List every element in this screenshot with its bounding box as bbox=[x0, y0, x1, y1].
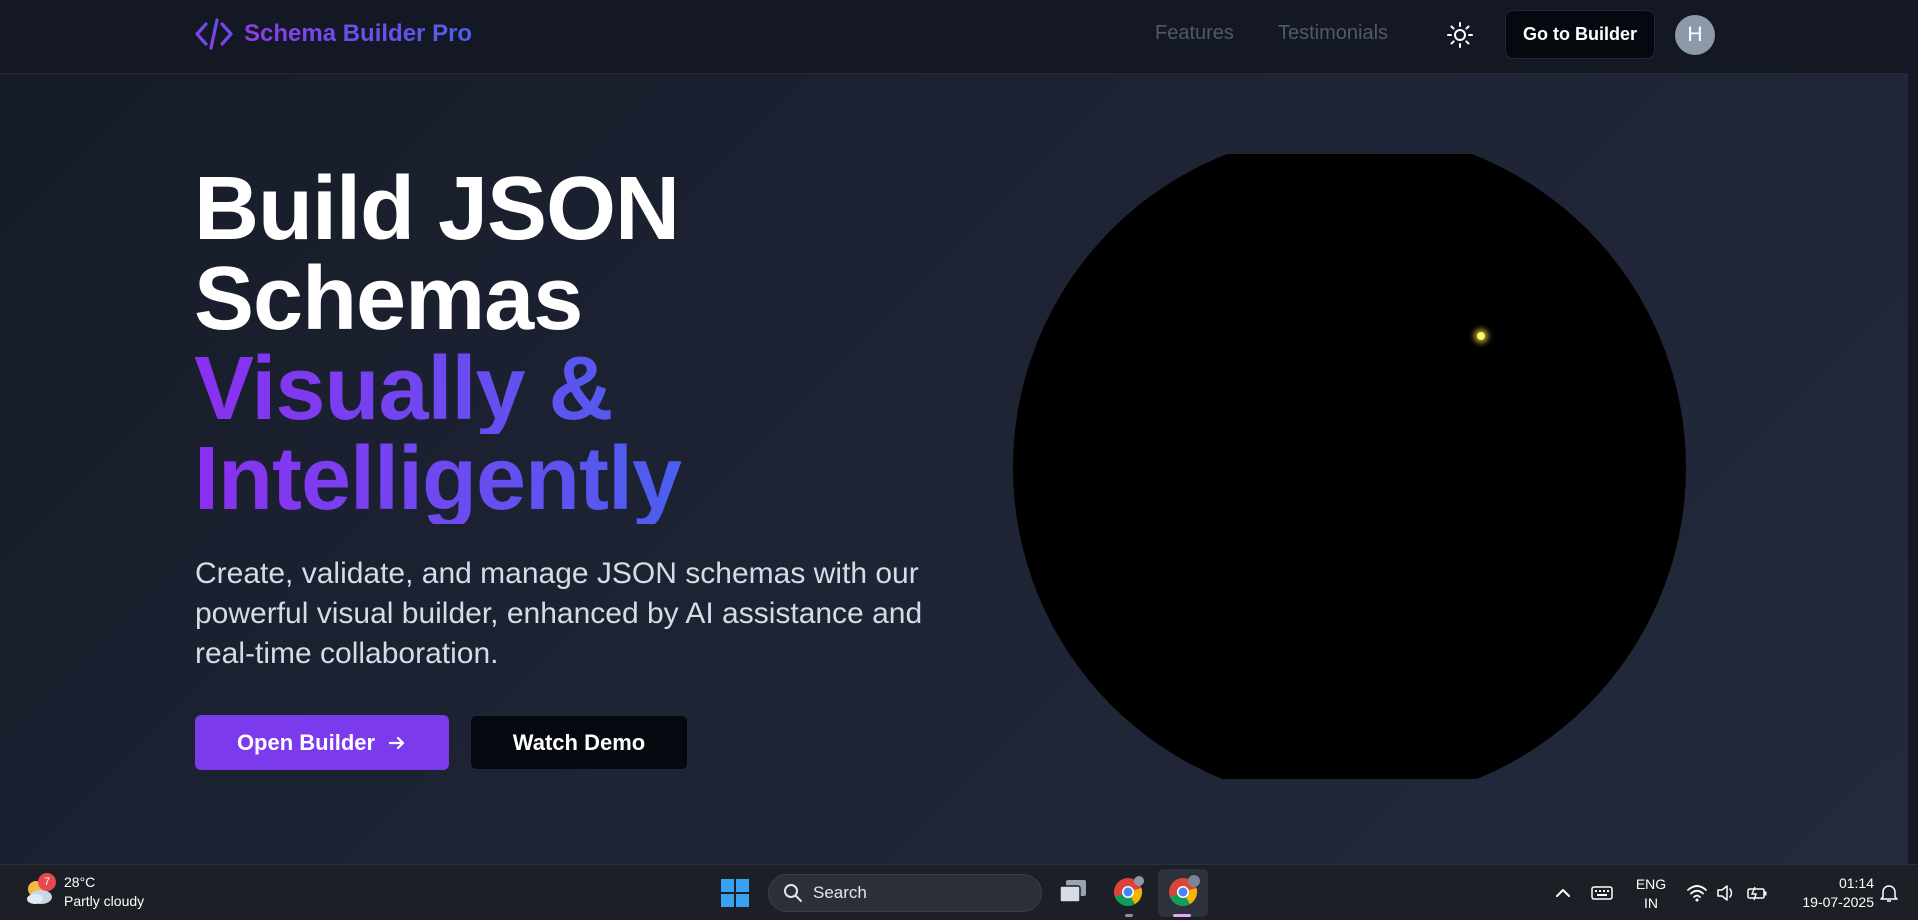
open-builder-label: Open Builder bbox=[236, 729, 376, 755]
search-icon bbox=[784, 884, 802, 902]
hero-subtitle: Create, validate, and manage JSON schema… bbox=[195, 557, 923, 670]
language-indicator[interactable]: ENG IN bbox=[1634, 875, 1668, 913]
chrome-active-indicator bbox=[1173, 914, 1191, 917]
hero-title-line-2: Schemas bbox=[194, 249, 583, 349]
weather-description: Partly cloudy bbox=[64, 893, 145, 909]
nav-link-testimonials[interactable]: Testimonials bbox=[1278, 22, 1388, 45]
chevron-up-icon[interactable] bbox=[1552, 883, 1574, 903]
chrome-running-indicator bbox=[1125, 914, 1133, 917]
windows-start-icon[interactable] bbox=[720, 878, 750, 908]
brand-name: Schema Builder Pro bbox=[244, 20, 473, 47]
watch-demo-button[interactable]: Watch Demo bbox=[470, 715, 688, 770]
task-view-icon[interactable] bbox=[1056, 875, 1090, 909]
language-code: ENG bbox=[1635, 876, 1667, 892]
keyboard-icon[interactable] bbox=[1591, 883, 1613, 903]
glow-point bbox=[1477, 332, 1485, 340]
hero-title-line-1: Build JSON bbox=[194, 159, 680, 259]
landing-page: Schema Builder Pro Features Testimonials… bbox=[0, 0, 1918, 864]
brand[interactable]: Schema Builder Pro bbox=[194, 16, 472, 52]
weather-badge: 7 bbox=[38, 873, 56, 891]
clock-time: 01:14 bbox=[1838, 875, 1874, 891]
nav-link-features[interactable]: Features bbox=[1155, 22, 1234, 45]
hero-title: Build JSON Schemas Visually & Intelligen… bbox=[194, 159, 682, 529]
go-to-builder-button[interactable]: Go to Builder bbox=[1505, 10, 1655, 59]
sun-icon[interactable] bbox=[1446, 21, 1474, 49]
region-code: IN bbox=[1644, 895, 1658, 911]
scrollbar[interactable] bbox=[1908, 0, 1918, 864]
weather-temperature: 28°C bbox=[64, 874, 96, 890]
wifi-icon[interactable] bbox=[1686, 883, 1708, 903]
search-placeholder: Search bbox=[813, 883, 867, 902]
chrome-profile-icon[interactable] bbox=[1166, 875, 1200, 909]
battery-icon[interactable] bbox=[1746, 883, 1768, 903]
hero-title-line-3: Visually & bbox=[194, 344, 681, 434]
globe-visual bbox=[1010, 154, 1686, 779]
arrow-right-icon bbox=[388, 736, 405, 749]
open-builder-button[interactable]: Open Builder bbox=[195, 715, 449, 770]
hero-title-line-4: Intelligently bbox=[194, 429, 682, 529]
chrome-icon[interactable] bbox=[1111, 875, 1145, 909]
taskbar: 7 28°C Partly cloudy Search ENG IN 01:14… bbox=[0, 864, 1918, 920]
top-navbar: Schema Builder Pro Features Testimonials… bbox=[0, 0, 1908, 74]
taskbar-search[interactable]: Search bbox=[768, 874, 1042, 912]
partly-cloudy-icon: 7 bbox=[22, 873, 56, 909]
notification-bell-icon[interactable] bbox=[1878, 883, 1900, 903]
volume-icon[interactable] bbox=[1715, 883, 1737, 903]
clock-date: 19-07-2025 bbox=[1802, 894, 1874, 910]
clock[interactable]: 01:14 19-07-2025 bbox=[1784, 874, 1874, 912]
globe bbox=[1013, 154, 1686, 779]
avatar[interactable]: H bbox=[1675, 15, 1715, 55]
weather-widget[interactable]: 7 28°C Partly cloudy bbox=[22, 873, 144, 911]
code-icon bbox=[195, 18, 233, 50]
